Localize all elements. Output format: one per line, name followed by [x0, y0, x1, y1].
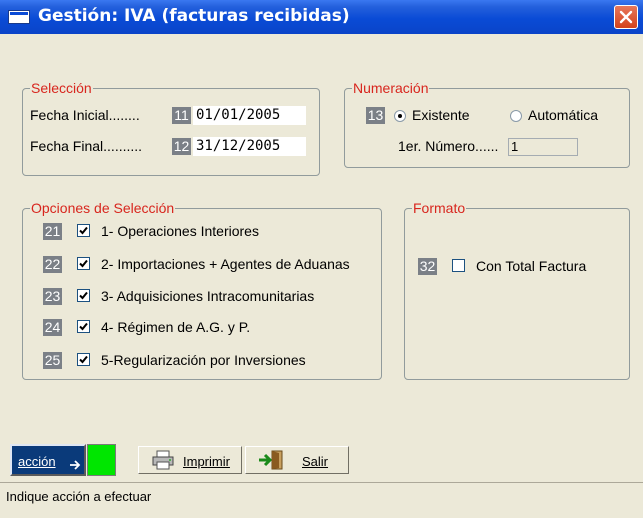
con-total-factura-label[interactable]: Con Total Factura [476, 257, 586, 275]
con-total-factura-checkbox[interactable] [452, 259, 465, 272]
window-icon [8, 10, 30, 24]
opcion-code: 23 [43, 288, 62, 305]
status-indicator [87, 444, 116, 476]
imprimir-label: Imprimir [183, 454, 230, 469]
fecha-inicial-code: 11 [172, 107, 191, 124]
checkmark-icon [79, 226, 88, 235]
accion-label: acción [18, 454, 56, 469]
exit-door-icon [259, 450, 283, 470]
arrow-right-icon [70, 460, 81, 470]
fecha-final-input[interactable]: 31/12/2005 [193, 137, 306, 156]
opcion-label[interactable]: 2- Importaciones + Agentes de Aduanas [101, 255, 350, 273]
seleccion-group: Selección [22, 80, 320, 176]
checkmark-icon [79, 291, 88, 300]
opcion-code: 24 [43, 319, 62, 336]
formato-code: 32 [418, 258, 437, 275]
checkmark-icon [79, 259, 88, 268]
opcion-code: 22 [43, 256, 62, 273]
automatica-radio[interactable] [510, 110, 522, 122]
seleccion-legend: Selección [30, 80, 93, 96]
opcion-checkbox[interactable] [77, 289, 90, 302]
opcion-label[interactable]: 3- Adquisiciones Intracomunitarias [101, 287, 314, 305]
numeracion-group: Numeración [344, 80, 630, 168]
app-window: Gestión: IVA (facturas recibidas) Selecc… [0, 0, 643, 518]
checkmark-icon [79, 322, 88, 331]
fecha-inicial-label: Fecha Inicial........ [30, 107, 140, 123]
primer-numero-field: 1 [508, 138, 578, 156]
close-button[interactable] [614, 5, 638, 29]
existente-radio[interactable] [394, 110, 406, 122]
formato-legend: Formato [412, 200, 467, 216]
salir-button[interactable]: Salir [245, 446, 349, 474]
status-bar: Indique acción a efectuar [0, 482, 643, 518]
fecha-inicial-input[interactable]: 01/01/2005 [193, 106, 306, 125]
formato-group: Formato [404, 200, 630, 380]
title-bar[interactable]: Gestión: IVA (facturas recibidas) [0, 0, 643, 34]
primer-numero-label: 1er. Número...... [398, 138, 499, 154]
opcion-label[interactable]: 5-Regularización por Inversiones [101, 351, 306, 369]
fecha-final-label: Fecha Final.......... [30, 138, 143, 154]
opcion-checkbox[interactable] [77, 224, 90, 237]
existente-label[interactable]: Existente [412, 106, 470, 124]
status-text: Indique acción a efectuar [6, 489, 152, 504]
window-title: Gestión: IVA (facturas recibidas) [38, 6, 350, 26]
numeracion-legend: Numeración [352, 80, 430, 96]
opcion-label[interactable]: 4- Régimen de A.G. y P. [101, 318, 250, 336]
accion-button[interactable]: acción [10, 444, 86, 476]
opciones-legend: Opciones de Selección [30, 200, 176, 216]
opcion-checkbox[interactable] [77, 353, 90, 366]
numeracion-code: 13 [366, 107, 385, 124]
salir-label: Salir [302, 454, 329, 469]
opcion-code: 21 [43, 223, 62, 240]
opcion-checkbox[interactable] [77, 320, 90, 333]
checkmark-icon [79, 355, 88, 364]
automatica-label[interactable]: Automática [528, 106, 598, 124]
opcion-label[interactable]: 1- Operaciones Interiores [101, 222, 259, 240]
opcion-checkbox[interactable] [77, 257, 90, 270]
printer-icon [152, 450, 174, 470]
fecha-final-code: 12 [172, 138, 191, 155]
close-icon [619, 10, 633, 24]
imprimir-button[interactable]: Imprimir [138, 446, 242, 474]
opcion-code: 25 [43, 352, 62, 369]
